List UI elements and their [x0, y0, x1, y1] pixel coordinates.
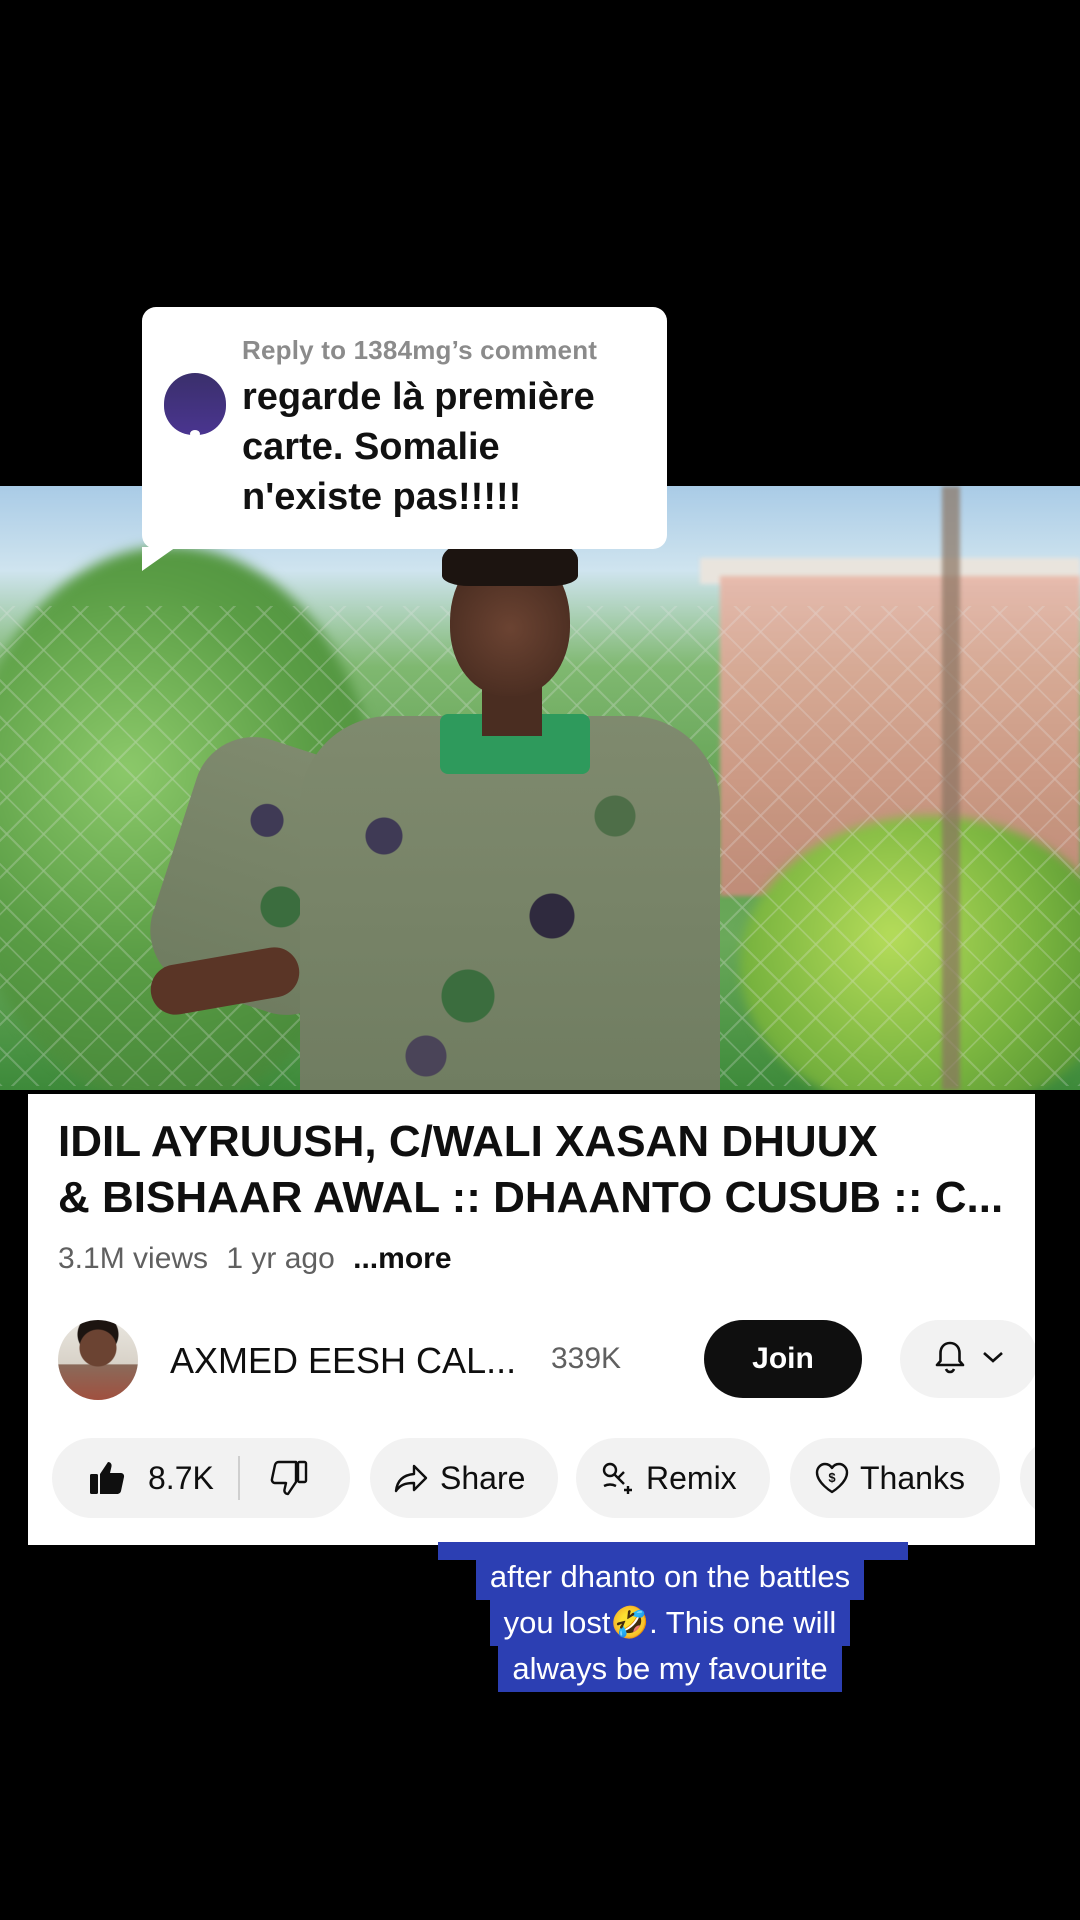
video-title[interactable]: IDIL AYRUUSH, C/WALI XASAN DHUUX & BISHA…: [58, 1114, 1008, 1226]
subscriber-count: 339K: [551, 1342, 622, 1375]
person-figure: [134, 534, 790, 1090]
channel-name[interactable]: AXMED EESH CAL...: [170, 1340, 516, 1382]
reply-comment-bubble[interactable]: Reply to 1384mg’s comment regarde là pre…: [142, 307, 667, 571]
channel-row: AXMED EESH CAL... 339K Join: [58, 1320, 1035, 1400]
notification-bell-button[interactable]: [900, 1320, 1035, 1398]
share-arrow-icon: [394, 1463, 428, 1493]
share-button[interactable]: Share: [370, 1438, 558, 1518]
caption-line: always be my favourite: [498, 1646, 842, 1692]
view-count: 3.1M views: [58, 1242, 209, 1275]
thumbs-up-icon[interactable]: [88, 1459, 126, 1497]
join-button[interactable]: Join: [704, 1320, 862, 1398]
remix-label: Remix: [646, 1459, 737, 1496]
svg-text:$: $: [828, 1470, 836, 1485]
more-actions-pill[interactable]: [1020, 1438, 1035, 1518]
remix-button[interactable]: Remix: [576, 1438, 770, 1518]
remix-icon: [600, 1460, 636, 1496]
youtube-info-card: IDIL AYRUUSH, C/WALI XASAN DHUUX & BISHA…: [28, 1094, 1035, 1545]
like-divider: [237, 1456, 240, 1500]
caption-line: you lost🤣. This one will: [489, 1600, 851, 1646]
thanks-label: Thanks: [860, 1459, 965, 1496]
like-count[interactable]: 8.7K: [148, 1460, 214, 1497]
action-bar: 8.7K Share Remix $ Thanks: [52, 1438, 1035, 1518]
thumbs-down-icon[interactable]: [270, 1459, 308, 1497]
video-meta: 3.1M views 1 yr ago ...more: [58, 1242, 462, 1276]
more-link[interactable]: ...more: [353, 1242, 451, 1275]
chevron-down-icon: [981, 1349, 1005, 1370]
video-thumbnail[interactable]: [0, 486, 1080, 1090]
reply-comment-text: regarde là première carte. Somalie n'exi…: [242, 376, 595, 518]
channel-avatar[interactable]: [58, 1320, 138, 1400]
background-pole: [942, 486, 960, 1090]
caption-line: after dhanto on the battles: [475, 1554, 865, 1600]
heart-dollar-icon: $: [814, 1461, 850, 1495]
upload-age: 1 yr ago: [226, 1242, 335, 1275]
bell-icon: [933, 1339, 967, 1380]
commenter-avatar: [164, 373, 226, 438]
thanks-button[interactable]: $ Thanks: [790, 1438, 1000, 1518]
video-caption: after dhanto on the battles you lost🤣. T…: [380, 1540, 960, 1692]
reply-title: Reply to 1384mg’s comment: [242, 335, 598, 365]
share-label: Share: [440, 1459, 526, 1496]
like-dislike-pill: 8.7K: [52, 1438, 350, 1518]
